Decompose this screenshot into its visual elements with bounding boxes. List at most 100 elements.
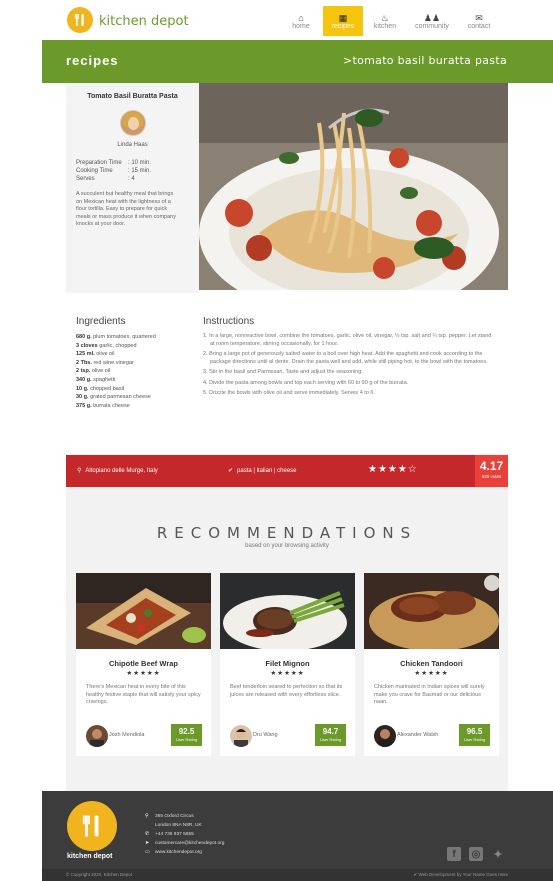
- ingredient-item: 2 Tbs. red wine vinegar: [76, 359, 134, 366]
- author-avatar[interactable]: [86, 725, 108, 747]
- credit-icon: ✔: [413, 872, 418, 877]
- recommendation-name[interactable]: Chicken Tandoori: [364, 659, 499, 668]
- brand-name[interactable]: kitchen depot: [99, 14, 189, 29]
- author-avatar[interactable]: [230, 725, 252, 747]
- recommendation-image[interactable]: [220, 573, 355, 649]
- serves-label: Serves: [76, 176, 95, 182]
- credit-text: Web Development by Your Name Goes Here: [418, 872, 508, 877]
- ingredients-list: 680 g. plum tomatoes, quartered 3 cloves…: [76, 333, 156, 410]
- facebook-icon[interactable]: f: [447, 847, 461, 861]
- website-icon: ▭: [145, 849, 150, 855]
- instructions-list: 1. In a large, nonreactive bowl, combine…: [203, 333, 495, 401]
- star-rating[interactable]: ★★★★☆: [368, 464, 418, 475]
- cook-time-label: Cooking Time: [76, 168, 113, 174]
- recommendation-card[interactable]: Chicken Tandoori ★★★★★ Chicken marinated…: [364, 573, 499, 756]
- user-rating-badge: 94.7 User Rating: [315, 724, 346, 746]
- ingredient-item: 10 g. chopped basil: [76, 385, 125, 392]
- instagram-icon[interactable]: ◎: [469, 847, 483, 861]
- nav-kitchen-label: kitchen: [373, 22, 397, 30]
- instruction-step: 5. Drizzle the bowls with olive oil and …: [203, 390, 375, 396]
- ingredient-item: 680 g. plum tomatoes, quartered: [76, 334, 156, 340]
- nav-home[interactable]: ⌂ home: [281, 6, 321, 36]
- ingredient-item: 30 g. grated parmesan cheese: [76, 394, 151, 401]
- recipe-meta: Preparation Time : 10 min. Cooking Time : …: [76, 159, 151, 183]
- serves-value: : 4: [128, 176, 135, 182]
- breadcrumb[interactable]: >tomato basil buratta pasta: [343, 54, 507, 67]
- page-title: recipes: [66, 53, 119, 68]
- contact-icon: ✉: [475, 12, 483, 23]
- user-rating-value: 96.5: [466, 727, 483, 736]
- footer-brand: kitchen depot: [67, 853, 113, 860]
- phone-number[interactable]: +44 736 937 5655: [155, 830, 194, 839]
- recommendation-description: Beef tenderloin seared to perfection so …: [230, 684, 343, 698]
- site-footer: [42, 791, 553, 881]
- nav-contact[interactable]: ✉ contact: [459, 6, 499, 36]
- instruction-step: 4. Divide the pasta among bowls and top …: [203, 379, 409, 386]
- recommendation-card[interactable]: Chipotle Beef Wrap ★★★★★ There's Mexican…: [76, 573, 211, 756]
- nav-recipes[interactable]: ▦ recipes: [323, 6, 363, 36]
- location-text: Altopiano delle Murge, Italy: [85, 467, 158, 474]
- tag-icon: ✔: [228, 468, 234, 474]
- recommendation-stars: ★★★★★: [270, 670, 305, 677]
- recommendation-description: There's Mexican heat in every bite of th…: [86, 684, 201, 705]
- recipe-title: Tomato Basil Buratta Pasta: [87, 93, 178, 100]
- author-avatar[interactable]: [374, 725, 396, 747]
- home-icon: ⌂: [298, 12, 304, 23]
- prep-time-value: : 10 min.: [128, 160, 152, 166]
- score-badge: 4.17 529 votes: [475, 455, 508, 487]
- ingredient-item: 340 g. spaghetti: [76, 376, 116, 383]
- dev-credit[interactable]: ✔ Web Development by Your Name Goes Here: [413, 872, 508, 878]
- nav-community-label: community: [415, 22, 449, 30]
- location[interactable]: ⚲ Altopiano delle Murge, Italy: [77, 467, 158, 475]
- recommendation-name[interactable]: Chipotle Beef Wrap: [76, 659, 211, 668]
- user-rating-label: User Rating: [175, 737, 198, 742]
- ingredient-item: 125 ml. olive oil: [76, 351, 115, 358]
- author-name[interactable]: Dru Wang: [253, 732, 278, 738]
- footer-contact: ⚲ 365 Oxford Circus London 8NA N8R, UK ✆ +4…: [145, 812, 224, 857]
- tags[interactable]: ✔ pasta | italian | cheese: [228, 467, 297, 475]
- email-link[interactable]: customercare@kitchendepot.org: [155, 839, 224, 848]
- recommendation-name[interactable]: Filet Mignon: [220, 659, 355, 668]
- author-name[interactable]: Josh Mendiola: [109, 732, 144, 738]
- instruction-step: 2. Bring a large pot of generously salte…: [203, 351, 488, 365]
- vote-count: 529 votes: [481, 474, 502, 479]
- main-nav: ⌂ home ▦ recipes ♨ kitchen ♟♟ community …: [281, 6, 501, 36]
- author-name[interactable]: Linda Haas: [66, 142, 199, 148]
- nav-contact-label: contact: [467, 22, 491, 30]
- author-avatar[interactable]: [120, 110, 146, 136]
- score-value: 4.17: [479, 459, 504, 473]
- social-links: f ◎ ✦: [447, 847, 505, 861]
- author-name[interactable]: Alexander Walsh: [397, 732, 438, 738]
- nav-recipes-label: recipes: [331, 22, 355, 30]
- recommendation-image[interactable]: [76, 573, 211, 649]
- site-header: kitchen depot ⌂ home ▦ recipes ♨ kitchen…: [0, 0, 553, 40]
- twitter-icon[interactable]: ✦: [491, 847, 505, 861]
- footer-logo-icon[interactable]: [67, 801, 117, 851]
- recipe-description: A succulent but healthy meal that brings…: [76, 191, 176, 227]
- page-banner: recipes >tomato basil buratta pasta: [42, 40, 553, 83]
- nav-community[interactable]: ♟♟ community: [407, 6, 457, 36]
- community-icon: ♟♟: [423, 12, 441, 23]
- recommendation-stars: ★★★★★: [126, 670, 161, 677]
- instructions-heading: Instructions: [203, 316, 255, 327]
- website-link[interactable]: www.kitchendepot.org: [155, 848, 202, 857]
- prep-time-label: Preparation Time: [76, 160, 122, 166]
- recommendations-title: RECOMMENDATIONS: [156, 524, 418, 542]
- recommendation-description: Chicken marinated in Indian spices will …: [374, 684, 485, 705]
- map-pin-icon: ⚲: [77, 468, 82, 474]
- nav-kitchen[interactable]: ♨ kitchen: [365, 6, 405, 36]
- logo-icon[interactable]: [67, 7, 93, 33]
- copyright: © Copyright 2020, Kitchen Depot: [66, 872, 132, 877]
- recommendation-card[interactable]: Filet Mignon ★★★★★ Beef tenderloin seare…: [220, 573, 355, 756]
- recipes-icon: ▦: [338, 12, 348, 23]
- tags-text: pasta | italian | cheese: [237, 467, 297, 474]
- user-rating-label: User Rating: [319, 737, 342, 742]
- map-pin-icon: ⚲: [145, 813, 149, 819]
- ingredient-item: 3 cloves garlic, chopped: [76, 342, 137, 349]
- cook-time-value: : 15 min.: [128, 168, 152, 174]
- kitchen-icon: ♨: [380, 12, 390, 23]
- recommendations-subtitle: based on your browsing activity: [245, 543, 329, 549]
- recommendation-image[interactable]: [364, 573, 499, 649]
- nav-home-label: home: [292, 22, 310, 30]
- email-icon: ➤: [145, 840, 150, 846]
